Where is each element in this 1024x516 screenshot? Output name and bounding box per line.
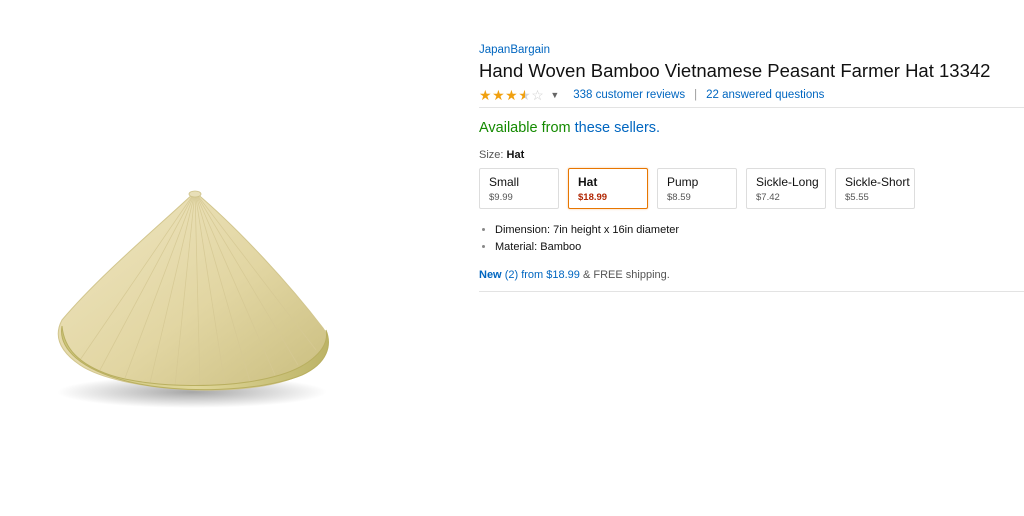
feature-bullet: Material: Bamboo [495,239,1024,256]
variant-name: Pump [667,175,699,189]
variant-sickle-short-button[interactable]: Sickle-Short $5.55 [835,168,915,209]
product-title: Hand Woven Bamboo Vietnamese Peasant Far… [479,60,991,81]
new-offers: New (2) from $18.99 & FREE shipping. [479,269,1024,281]
sellers-link[interactable]: these sellers. [575,120,660,136]
variant-pump-button[interactable]: Pump $8.59 [657,168,737,209]
size-selection: Size: Hat [479,149,1024,161]
link-separator: | [694,89,698,101]
star-empty-icon: ☆ [531,87,544,103]
size-label: Size: [479,149,507,161]
answered-questions-link[interactable]: 22 answered questions [706,89,824,101]
customer-reviews-link[interactable]: 338 customer reviews [573,89,685,101]
variant-name: Small [489,175,520,189]
new-offers-count[interactable]: (2) [505,269,518,281]
variant-name: Hat [578,175,598,189]
availability-text: Available from these sellers. [479,120,1024,140]
product-image-panel [0,0,430,516]
star-full-icon: ★ [492,87,505,103]
star-half-icon: ★ [518,87,531,103]
divider [479,107,1024,108]
star-full-icon: ★ [479,87,492,103]
product-image-hat[interactable] [40,170,340,420]
size-variants: Small $9.99 Hat $18.99 Pump $8.59 Sickle… [479,168,1024,209]
variant-small-button[interactable]: Small $9.99 [479,168,559,209]
variant-price: $8.59 [667,192,691,203]
feature-bullets: Dimension: 7in height x 16in diameter Ma… [479,222,1024,256]
variant-name: Sickle-Short [845,175,910,189]
variant-price: $18.99 [578,192,608,203]
new-offers-from[interactable]: from [521,269,543,281]
variant-sickle-long-button[interactable]: Sickle-Long $7.42 [746,168,826,209]
product-detail: JapanBargain Hand Woven Bamboo Vietnames… [479,43,1024,292]
star-rating[interactable]: ★ ★ ★ ★ ☆ [479,88,544,102]
feature-bullet: Dimension: 7in height x 16in diameter [495,222,1024,239]
availability-prefix: Available from [479,120,575,136]
variant-price: $5.55 [845,192,869,203]
new-offers-price[interactable]: $18.99 [546,269,580,281]
rating-row: ★ ★ ★ ★ ☆ ▼ 338 customer reviews | 22 an… [479,87,1024,103]
divider [479,291,1024,292]
chevron-down-icon[interactable]: ▼ [550,90,559,100]
brand-link[interactable]: JapanBargain [479,43,1024,57]
variant-hat-button[interactable]: Hat $18.99 [568,168,648,209]
size-value: Hat [506,149,525,161]
new-offers-link[interactable]: New [479,269,502,281]
variant-name: Sickle-Long [756,175,819,189]
variant-price: $9.99 [489,192,513,203]
free-shipping-text: & FREE shipping. [582,269,670,281]
star-full-icon: ★ [505,87,518,103]
variant-price: $7.42 [756,192,780,203]
